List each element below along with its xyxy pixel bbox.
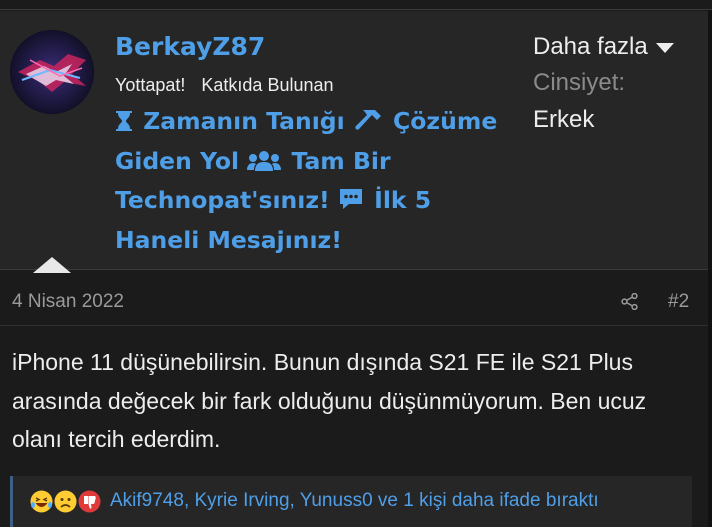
reaction-summary-link[interactable]: Akif9748, Kyrie Irving, Yunuss0 ve 1 kiş… bbox=[110, 490, 599, 512]
message-user-block: BerkayZ87 Yottapat! Katkıda Bulunan Zaman… bbox=[0, 11, 708, 273]
user-title-row: Yottapat! Katkıda Bulunan bbox=[115, 75, 334, 96]
trophy-list: Zamanın Tanığı Çözüme Giden Yol Tam Bir … bbox=[115, 103, 515, 258]
user-extras: Daha fazla Cinsiyet: Erkek bbox=[533, 32, 703, 136]
reactions-bar: Akif9748, Kyrie Irving, Yunuss0 ve 1 kiş… bbox=[10, 476, 692, 527]
post-meta-bar: 4 Nisan 2022 #2 bbox=[0, 271, 708, 326]
page-scroll-edge bbox=[708, 10, 712, 527]
caret-down-icon bbox=[655, 33, 675, 61]
hourglass-icon bbox=[115, 106, 133, 143]
gender-label: Cinsiyet: bbox=[533, 69, 626, 96]
dislike-react-icon[interactable] bbox=[78, 490, 101, 513]
top-border bbox=[0, 0, 712, 10]
users-icon bbox=[247, 146, 282, 183]
reaction-icons bbox=[30, 490, 102, 513]
more-toggle[interactable]: Daha fazla bbox=[533, 32, 703, 62]
post-body: iPhone 11 düşünebilirsin. Bunun dışında … bbox=[12, 349, 647, 452]
post-date-link[interactable]: 4 Nisan 2022 bbox=[12, 291, 124, 313]
trophy-item[interactable]: Zamanın Tanığı bbox=[115, 107, 345, 135]
username-link[interactable]: BerkayZ87 bbox=[115, 32, 265, 61]
more-label: Daha fazla bbox=[533, 33, 648, 60]
share-icon[interactable] bbox=[621, 292, 638, 311]
sad-react-icon[interactable] bbox=[54, 490, 77, 513]
user-title: Yottapat! bbox=[115, 75, 186, 95]
comment-icon bbox=[338, 185, 364, 222]
laugh-react-icon[interactable] bbox=[30, 490, 53, 513]
gender-value: Erkek bbox=[533, 106, 595, 133]
post-number-link[interactable]: #2 bbox=[668, 291, 689, 313]
hammer-icon bbox=[353, 106, 383, 143]
avatar[interactable] bbox=[10, 30, 94, 114]
user-banner: Katkıda Bulunan bbox=[201, 75, 334, 95]
